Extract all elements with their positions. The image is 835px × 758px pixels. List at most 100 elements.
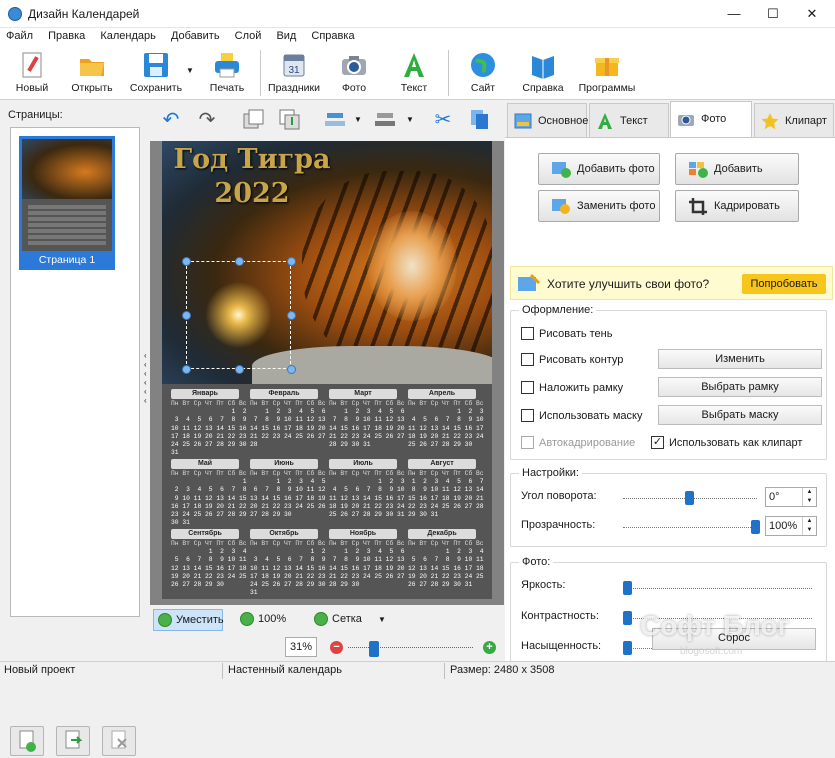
use-as-clipart-checkbox[interactable]: ✓ Использовать как клипарт (651, 436, 802, 450)
resize-handle[interactable] (235, 257, 244, 266)
calendar-grid: Январь Пн Вт Ср Чт Пт Сб Вс 1 2 3 4 5 6 7… (171, 389, 485, 596)
status-type: Настенный календарь (228, 664, 343, 676)
bring-forward-icon[interactable] (240, 107, 266, 133)
use-mask-checkbox[interactable]: Использовать маску (521, 409, 642, 423)
menu-add[interactable]: Добавить (165, 28, 226, 42)
choose-mask-button[interactable]: Выбрать маску (658, 405, 822, 425)
resize-handle[interactable] (287, 311, 296, 320)
send-backward-icon[interactable] (276, 107, 302, 133)
change-outline-button[interactable]: Изменить (658, 349, 822, 369)
spin-arrows-icon[interactable]: ▲ ▼ (802, 517, 816, 535)
save-dropdown-arrow-icon[interactable]: ▼ (186, 66, 194, 75)
menu-view[interactable]: Вид (270, 28, 302, 42)
text-a-icon (598, 113, 612, 129)
align-dropdown-icon[interactable]: ▼ (354, 115, 362, 124)
rotation-slider-thumb[interactable] (685, 491, 694, 505)
sparkler-clipart[interactable] (182, 257, 296, 374)
delete-page-button[interactable] (102, 726, 136, 756)
resize-handle[interactable] (182, 257, 191, 266)
canvas-workspace[interactable]: Год Тигра 2022 Январь Пн Вт Ср Чт Пт Сб В… (150, 141, 504, 605)
replace-photo-button[interactable]: Заменить фото (538, 190, 660, 222)
photo-button[interactable]: Фото (326, 49, 382, 97)
crop-button[interactable]: Кадрировать (675, 190, 799, 222)
add-page-button[interactable] (10, 726, 44, 756)
opacity-spinbox[interactable]: 100% ▲ ▼ (765, 516, 817, 536)
calendar-poster[interactable]: Год Тигра 2022 Январь Пн Вт Ср Чт Пт Сб В… (162, 141, 492, 599)
brightness-slider-track[interactable] (627, 588, 812, 589)
new-button[interactable]: Новый (4, 49, 60, 97)
promo-try-button[interactable]: Попробовать (742, 274, 826, 294)
resize-handle[interactable] (287, 365, 296, 374)
menu-edit[interactable]: Правка (42, 28, 91, 42)
fit-button[interactable]: Уместить (153, 609, 224, 631)
apply-frame-checkbox[interactable]: Наложить рамку (521, 381, 623, 395)
opacity-slider-track[interactable] (623, 527, 757, 528)
poster-title[interactable]: Год Тигра 2022 (172, 143, 332, 211)
tab-photo[interactable]: Фото (670, 101, 752, 137)
grid-button[interactable]: Сетка (310, 609, 362, 631)
zoom-100-button[interactable]: 100% (236, 609, 286, 631)
tab-text[interactable]: Текст (589, 103, 669, 137)
distribute-icon[interactable] (372, 107, 398, 133)
replace-photo-icon (552, 199, 570, 214)
scissors-icon[interactable]: ✂ (430, 107, 456, 133)
choose-frame-button[interactable]: Выбрать рамку (658, 377, 822, 397)
distribute-dropdown-icon[interactable]: ▼ (406, 115, 414, 124)
zoom-slider-thumb[interactable] (369, 641, 379, 657)
save-button[interactable]: Сохранить (124, 49, 188, 97)
calendar-month: Апрель Пн Вт Ср Чт Пт Сб Вс 1 2 3 4 5 6 7… (408, 389, 484, 453)
draw-shadow-checkbox[interactable]: Рисовать тень (521, 327, 612, 341)
redo-icon[interactable]: ↷ (194, 107, 220, 133)
page-thumbnail-preview (22, 139, 112, 251)
status-project: Новый проект (4, 664, 76, 676)
menu-file[interactable]: Файл (0, 28, 39, 42)
close-button[interactable]: ✕ (789, 0, 835, 28)
opacity-slider-thumb[interactable] (751, 520, 760, 534)
undo-icon[interactable]: ↶ (158, 107, 184, 133)
weekday-header: Пн Вт Ср Чт Пт Сб Вс (329, 540, 405, 547)
book-icon (528, 50, 558, 80)
duplicate-page-button[interactable] (56, 726, 90, 756)
grid-dropdown-icon[interactable]: ▼ (378, 615, 386, 624)
weekday-header: Пн Вт Ср Чт Пт Сб Вс (171, 400, 247, 407)
month-days: 1 2 3 4 5 6 7 8 9 10 11 12 13 14 15 16 1… (250, 478, 326, 519)
tab-basic[interactable]: Основное (507, 103, 588, 137)
menu-calendar[interactable]: Календарь (94, 28, 162, 42)
help-button[interactable]: Справка (515, 49, 571, 97)
text-button[interactable]: Текст (386, 49, 442, 97)
pages-list: Страница 1 (10, 127, 140, 617)
zoom-fit-icon (158, 613, 172, 627)
brightness-slider-thumb[interactable] (623, 581, 632, 595)
collapse-arrows-icon[interactable]: ‹ ‹ ‹ ‹ ‹ ‹ (144, 351, 148, 405)
align-icon[interactable] (322, 107, 348, 133)
holidays-button[interactable]: 31 Праздники (266, 49, 322, 97)
print-button[interactable]: Печать (199, 49, 255, 97)
copy-icon[interactable] (466, 107, 492, 133)
weekday-header: Пн Вт Ср Чт Пт Сб Вс (408, 470, 484, 477)
programs-button[interactable]: Программы (576, 49, 638, 97)
zoom-slider-track[interactable] (348, 647, 473, 648)
draw-outline-checkbox[interactable]: Рисовать контур (521, 353, 623, 367)
resize-handle[interactable] (235, 365, 244, 374)
menu-layer[interactable]: Слой (229, 28, 268, 42)
resize-handle[interactable] (287, 257, 296, 266)
site-button[interactable]: Сайт (455, 49, 511, 97)
calendar-month: Ноябрь Пн Вт Ср Чт Пт Сб Вс 1 2 3 4 5 6 7… (329, 529, 405, 593)
saturation-slider-thumb[interactable] (623, 641, 632, 655)
add-collage-button[interactable]: Добавить коллаж (675, 153, 799, 205)
rotation-spinbox[interactable]: 0° ▲ ▼ (765, 487, 817, 507)
tab-clipart[interactable]: Клипарт (754, 103, 834, 137)
open-button[interactable]: Открыть (64, 49, 120, 97)
zoom-value-field[interactable]: 31% (285, 637, 317, 657)
add-photo-button[interactable]: Добавить фото (538, 153, 660, 185)
zoom-out-icon[interactable]: − (330, 641, 343, 654)
spin-arrows-icon[interactable]: ▲ ▼ (802, 488, 816, 506)
zoom-in-icon[interactable]: + (483, 641, 496, 654)
calendar-month: Декабрь Пн Вт Ср Чт Пт Сб Вс 1 2 3 4 5 6 … (408, 529, 484, 593)
resize-handle[interactable] (182, 365, 191, 374)
page-thumbnail[interactable]: Страница 1 (19, 136, 115, 270)
menu-help[interactable]: Справка (305, 28, 360, 42)
contrast-slider-thumb[interactable] (623, 611, 632, 625)
resize-handle[interactable] (182, 311, 191, 320)
status-divider (222, 663, 223, 679)
